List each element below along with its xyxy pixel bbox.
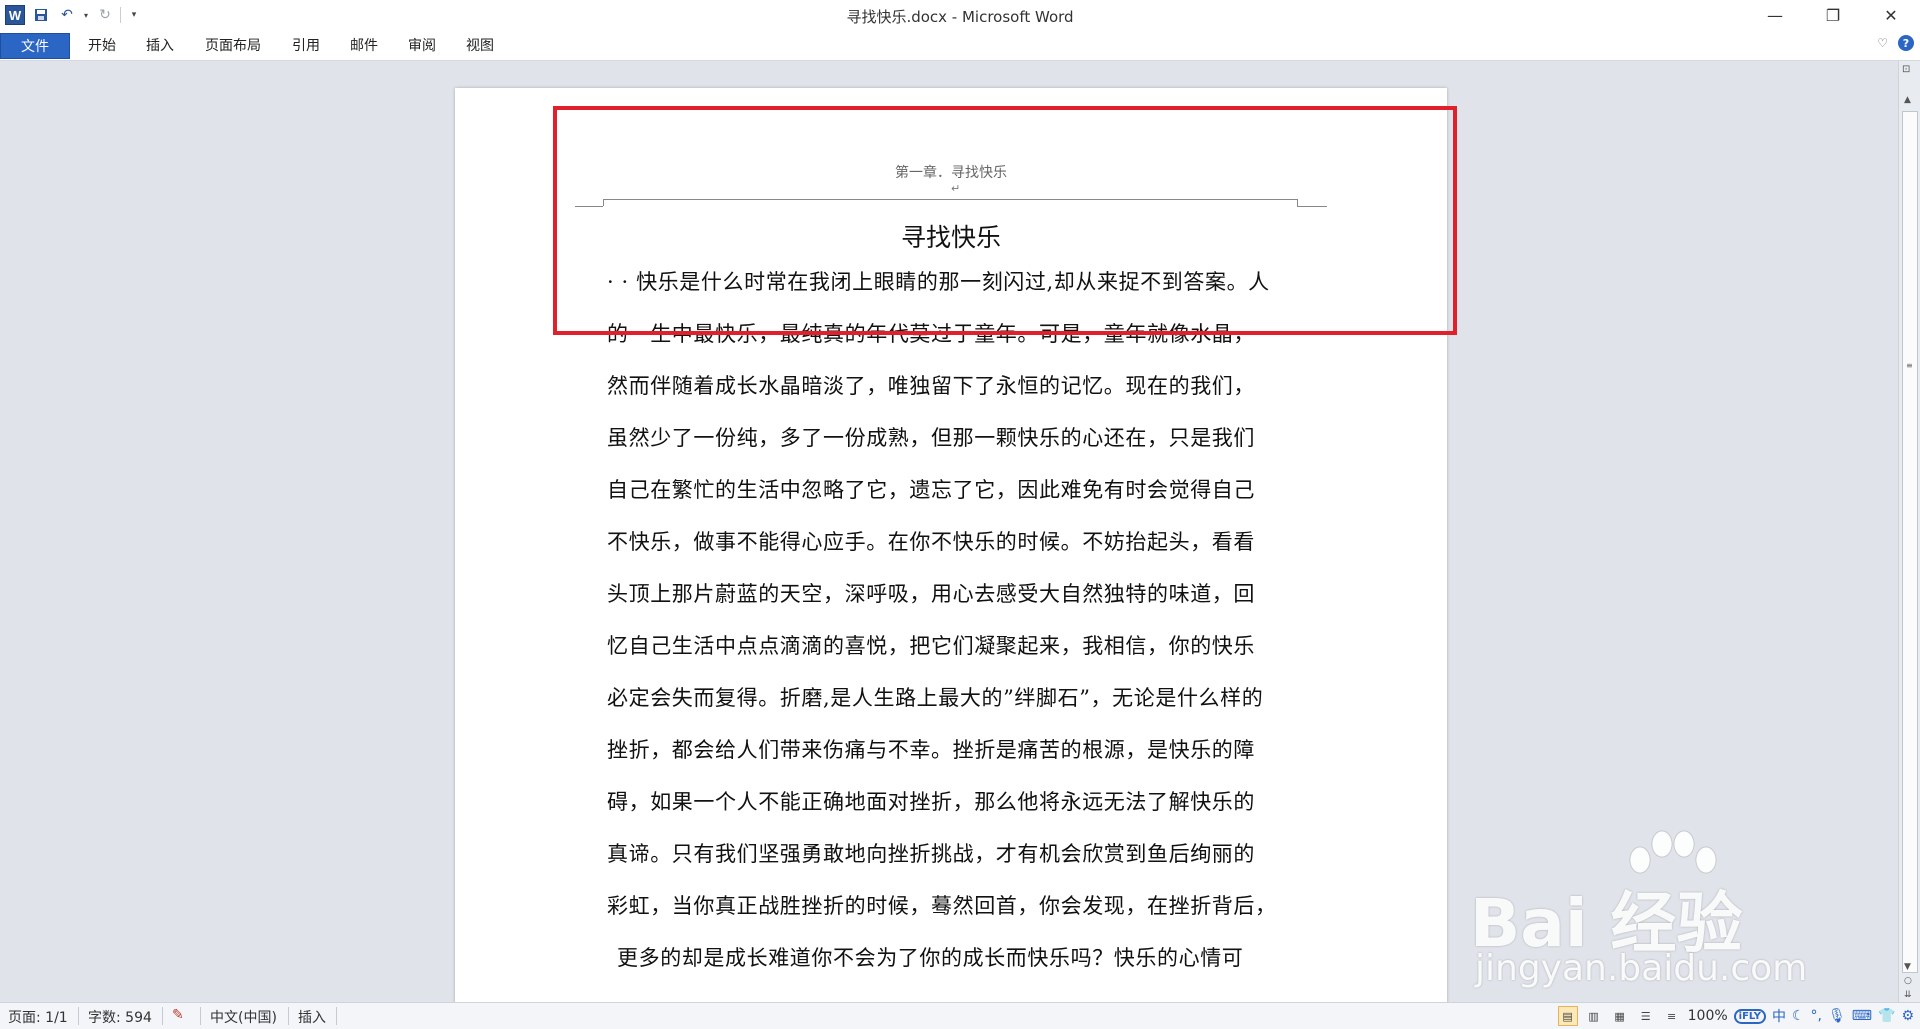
outline-view-icon[interactable]: ☰	[1636, 1006, 1656, 1026]
tab-mailings[interactable]: 邮件	[338, 33, 390, 57]
ribbon-tabs: 文件 开始 插入 页面布局 引用 邮件 审阅 视图 ♡ ?	[0, 30, 1920, 61]
zoom-level[interactable]: 100%	[1688, 1008, 1728, 1024]
window-controls: — ❐ ✕	[1746, 0, 1920, 30]
body-line: 不快乐，做事不能得心应手。在你不快乐的时候。不妨抬起头，看看	[607, 530, 1255, 554]
skin-icon[interactable]: 👕	[1878, 1008, 1895, 1024]
body-line: 碍，如果一个人不能正确地面对挫折，那么他将永远无法了解快乐的	[607, 790, 1255, 814]
tab-view[interactable]: 视图	[454, 33, 506, 57]
highlight-annotation-box	[553, 106, 1457, 335]
tab-file[interactable]: 文件	[0, 33, 70, 59]
title-bar: W ↶ ▾ ↻ ▾ 寻找快乐.docx - Microsoft Word — ❐…	[0, 0, 1920, 31]
punctuation-icon[interactable]: °,	[1811, 1008, 1822, 1024]
watermark-url: jingyan.baidu.com	[1475, 948, 1808, 989]
ime-language[interactable]: 中	[1772, 1006, 1786, 1026]
web-layout-view-icon[interactable]: ▦	[1610, 1006, 1630, 1026]
scroll-grip-icon: ≡	[1906, 361, 1913, 370]
status-separator	[200, 1007, 201, 1025]
body-line: 更多的却是成长难道你不会为了你的成长而快乐吗？快乐的心情可	[617, 946, 1244, 970]
insert-mode[interactable]: 插入	[298, 1007, 326, 1027]
body-line: 彩虹，当你真正战胜挫折的时候，蓦然回首，你会发现，在挫折背后，	[607, 894, 1277, 918]
ime-badge[interactable]: iFLY	[1733, 1008, 1766, 1024]
status-bar: 页面: 1/1 字数: 594 ✎ 中文(中国) 插入 ▤ ▥ ▦ ☰ ≡ 10…	[0, 1002, 1920, 1029]
tab-home[interactable]: 开始	[76, 33, 128, 57]
status-separator	[336, 1007, 337, 1025]
scroll-down-icon[interactable]: ▼	[1904, 962, 1911, 972]
document-body: · · 快乐是什么时常在我闭上眼睛的那一刻闪过,却从来捉不到答案。人 的一生中最…	[607, 256, 1307, 984]
help-icon[interactable]: ?	[1898, 35, 1914, 51]
body-line: 然而伴随着成长水晶暗淡了，唯独留下了永恒的记忆。现在的我们，	[607, 374, 1255, 398]
page-count[interactable]: 页面: 1/1	[8, 1007, 68, 1027]
body-line: 忆自己生活中点点滴滴的喜悦，把它们凝聚起来，我相信，你的快乐	[607, 634, 1255, 658]
scroll-up-icon[interactable]: ▲	[1904, 95, 1911, 105]
body-line: 头顶上那片蔚蓝的天空，深呼吸，用心去感受大自然独特的味道，回	[607, 582, 1255, 606]
ruler-toggle-icon[interactable]: ⊡	[1902, 64, 1916, 78]
window-title: 寻找快乐.docx - Microsoft Word	[846, 8, 1074, 26]
browse-object-icon[interactable]: ○	[1904, 976, 1912, 986]
word-count[interactable]: 字数: 594	[88, 1007, 152, 1027]
body-line: 必定会失而复得。折磨,是人生路上最大的”绊脚石”，无论是什么样的	[607, 686, 1264, 710]
status-separator	[288, 1007, 289, 1025]
restore-icon[interactable]: ❐	[1804, 0, 1862, 30]
draft-view-icon[interactable]: ≡	[1662, 1006, 1682, 1026]
baidu-watermark: Bai 经验 jingyan.baidu.com	[1470, 830, 1810, 1000]
full-screen-view-icon[interactable]: ▥	[1584, 1006, 1604, 1026]
print-layout-view-icon[interactable]: ▤	[1557, 1006, 1578, 1026]
body-line: 虽然少了一份纯，多了一份成熟，但那一颗快乐的心还在，只是我们	[607, 426, 1255, 450]
moon-icon[interactable]: ☾	[1792, 1008, 1805, 1024]
minimize-ribbon-icon[interactable]: ♡	[1877, 36, 1888, 50]
keyboard-icon[interactable]: ⌨	[1852, 1008, 1872, 1024]
status-separator	[162, 1007, 163, 1025]
language-indicator[interactable]: 中文(中国)	[210, 1007, 277, 1027]
tab-page-layout[interactable]: 页面布局	[195, 33, 271, 57]
proofing-icon[interactable]: ✎	[172, 1007, 184, 1023]
scroll-thumb[interactable]	[1902, 111, 1918, 973]
settings-gear-icon[interactable]: ⚙	[1901, 1008, 1914, 1024]
status-right-controls: ▤ ▥ ▦ ☰ ≡ 100% iFLY 中 ☾ °, 🎙 ⌨ 👕 ⚙	[1557, 1006, 1914, 1026]
tab-references[interactable]: 引用	[280, 33, 332, 57]
minimize-icon[interactable]: —	[1746, 0, 1804, 30]
next-page-icon[interactable]: ⇊	[1904, 990, 1912, 1000]
body-line: 真谛。只有我们坚强勇敢地向挫折挑战，才有机会欣赏到鱼后绚丽的	[607, 842, 1255, 866]
tab-review[interactable]: 审阅	[396, 33, 448, 57]
ribbon-right-controls: ♡ ?	[1877, 35, 1914, 51]
body-line: 自己在繁忙的生活中忽略了它，遗忘了它，因此难免有时会觉得自己	[607, 478, 1255, 502]
close-icon[interactable]: ✕	[1862, 0, 1920, 30]
status-separator	[78, 1007, 79, 1025]
tab-insert[interactable]: 插入	[134, 33, 186, 57]
microphone-icon[interactable]: 🎙	[1828, 1008, 1846, 1024]
vertical-scrollbar[interactable]: ⊡ ▲ ≡ ▼ ○ ⇊	[1898, 61, 1920, 1002]
body-line: 挫折，都会给人们带来伤痛与不幸。挫折是痛苦的根源，是快乐的障	[607, 738, 1255, 762]
